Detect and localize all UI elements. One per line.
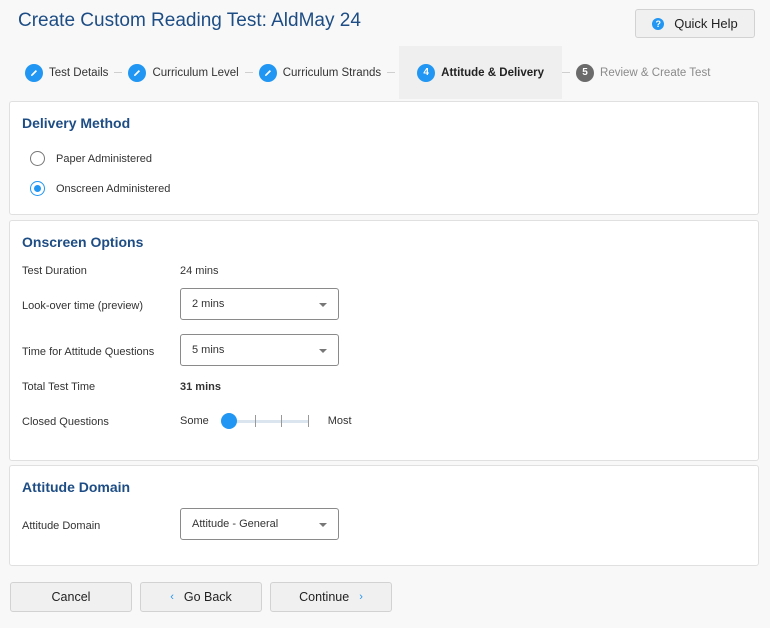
total-test-time-value: 31 mins (180, 381, 221, 393)
go-back-button[interactable]: ‹ Go Back (140, 582, 262, 612)
slider-tick[interactable] (307, 415, 309, 427)
delivery-method-card: Delivery Method Paper Administered Onscr… (9, 101, 759, 215)
section-title: Attitude Domain (22, 479, 131, 495)
test-duration-label: Test Duration (22, 265, 87, 277)
step-label: Attitude & Delivery (441, 66, 545, 79)
attitude-domain-select[interactable]: Attitude - General (180, 508, 339, 540)
section-title: Delivery Method (22, 115, 131, 131)
pencil-icon (258, 63, 277, 82)
lookover-time-select[interactable]: 2 mins (180, 288, 339, 320)
chevron-right-icon: › (359, 591, 363, 603)
pencil-icon (128, 63, 147, 82)
attitude-domain-card: Attitude Domain Attitude Domain Attitude… (9, 465, 759, 566)
slider-min-label: Some (180, 415, 209, 427)
step-test-details[interactable]: Test Details (25, 46, 108, 99)
caret-down-icon (319, 303, 327, 307)
step-curriculum-strands[interactable]: Curriculum Strands (258, 46, 382, 99)
step-attitude-delivery[interactable]: 4 Attitude & Delivery (399, 46, 563, 99)
chevron-left-icon: ‹ (170, 591, 174, 603)
total-test-time-label: Total Test Time (22, 381, 96, 393)
step-separator (387, 72, 396, 73)
step-number-badge: 4 (417, 63, 436, 82)
quick-help-label: Quick Help (674, 16, 738, 31)
continue-label: Continue (299, 590, 350, 604)
step-label: Test Details (49, 66, 109, 79)
step-label: Curriculum Level (152, 66, 239, 79)
step-label: Curriculum Strands (282, 66, 382, 79)
step-curriculum-level[interactable]: Curriculum Level (128, 46, 239, 99)
attitude-time-select[interactable]: 5 mins (180, 334, 339, 366)
closed-questions-label: Closed Questions (22, 416, 109, 428)
step-separator (562, 72, 571, 73)
pencil-icon (25, 63, 43, 82)
step-review-create[interactable]: 5 Review & Create Test (576, 46, 710, 99)
page-title: Create Custom Reading Test: AldMay 24 (18, 10, 361, 31)
go-back-label: Go Back (183, 590, 232, 604)
slider-tick[interactable] (255, 415, 257, 427)
help-icon: ? (652, 17, 665, 30)
closed-questions-slider[interactable] (220, 413, 309, 429)
slider-thumb[interactable] (220, 413, 237, 429)
onscreen-options-card: Onscreen Options Test Duration 24 mins L… (9, 220, 759, 461)
caret-down-icon (319, 349, 327, 353)
attitude-time-label: Time for Attitude Questions (22, 346, 155, 358)
attitude-domain-label: Attitude Domain (22, 520, 101, 532)
cancel-button[interactable]: Cancel (10, 582, 132, 612)
section-title: Onscreen Options (22, 234, 144, 250)
continue-button[interactable]: Continue › (270, 582, 392, 612)
quick-help-button[interactable]: ? Quick Help (635, 9, 755, 38)
radio-onscreen-administered[interactable]: Onscreen Administered (30, 181, 170, 196)
step-separator (244, 72, 253, 73)
slider-max-label: Most (327, 415, 352, 427)
select-value: 2 mins (192, 298, 225, 310)
select-value: 5 mins (192, 344, 225, 356)
slider-tick[interactable] (281, 415, 283, 427)
step-separator (114, 72, 123, 73)
radio-paper-administered[interactable]: Paper Administered (30, 151, 152, 166)
wizard-stepper: Test Details Curriculum Level Curriculum… (0, 46, 710, 99)
slider-track[interactable] (226, 420, 309, 423)
step-number-badge: 5 (576, 63, 595, 82)
cancel-label: Cancel (51, 590, 91, 604)
radio-label: Paper Administered (56, 152, 152, 165)
step-label: Review & Create Test (600, 66, 711, 79)
radio-label: Onscreen Administered (56, 182, 171, 195)
radio-button[interactable] (30, 181, 45, 196)
test-duration-value: 24 mins (180, 265, 219, 277)
lookover-time-label: Look-over time (preview) (22, 300, 144, 312)
radio-button[interactable] (30, 151, 45, 166)
select-value: Attitude - General (192, 518, 279, 530)
caret-down-icon (319, 523, 327, 527)
closed-questions-slider-group: Some Most (180, 413, 352, 429)
